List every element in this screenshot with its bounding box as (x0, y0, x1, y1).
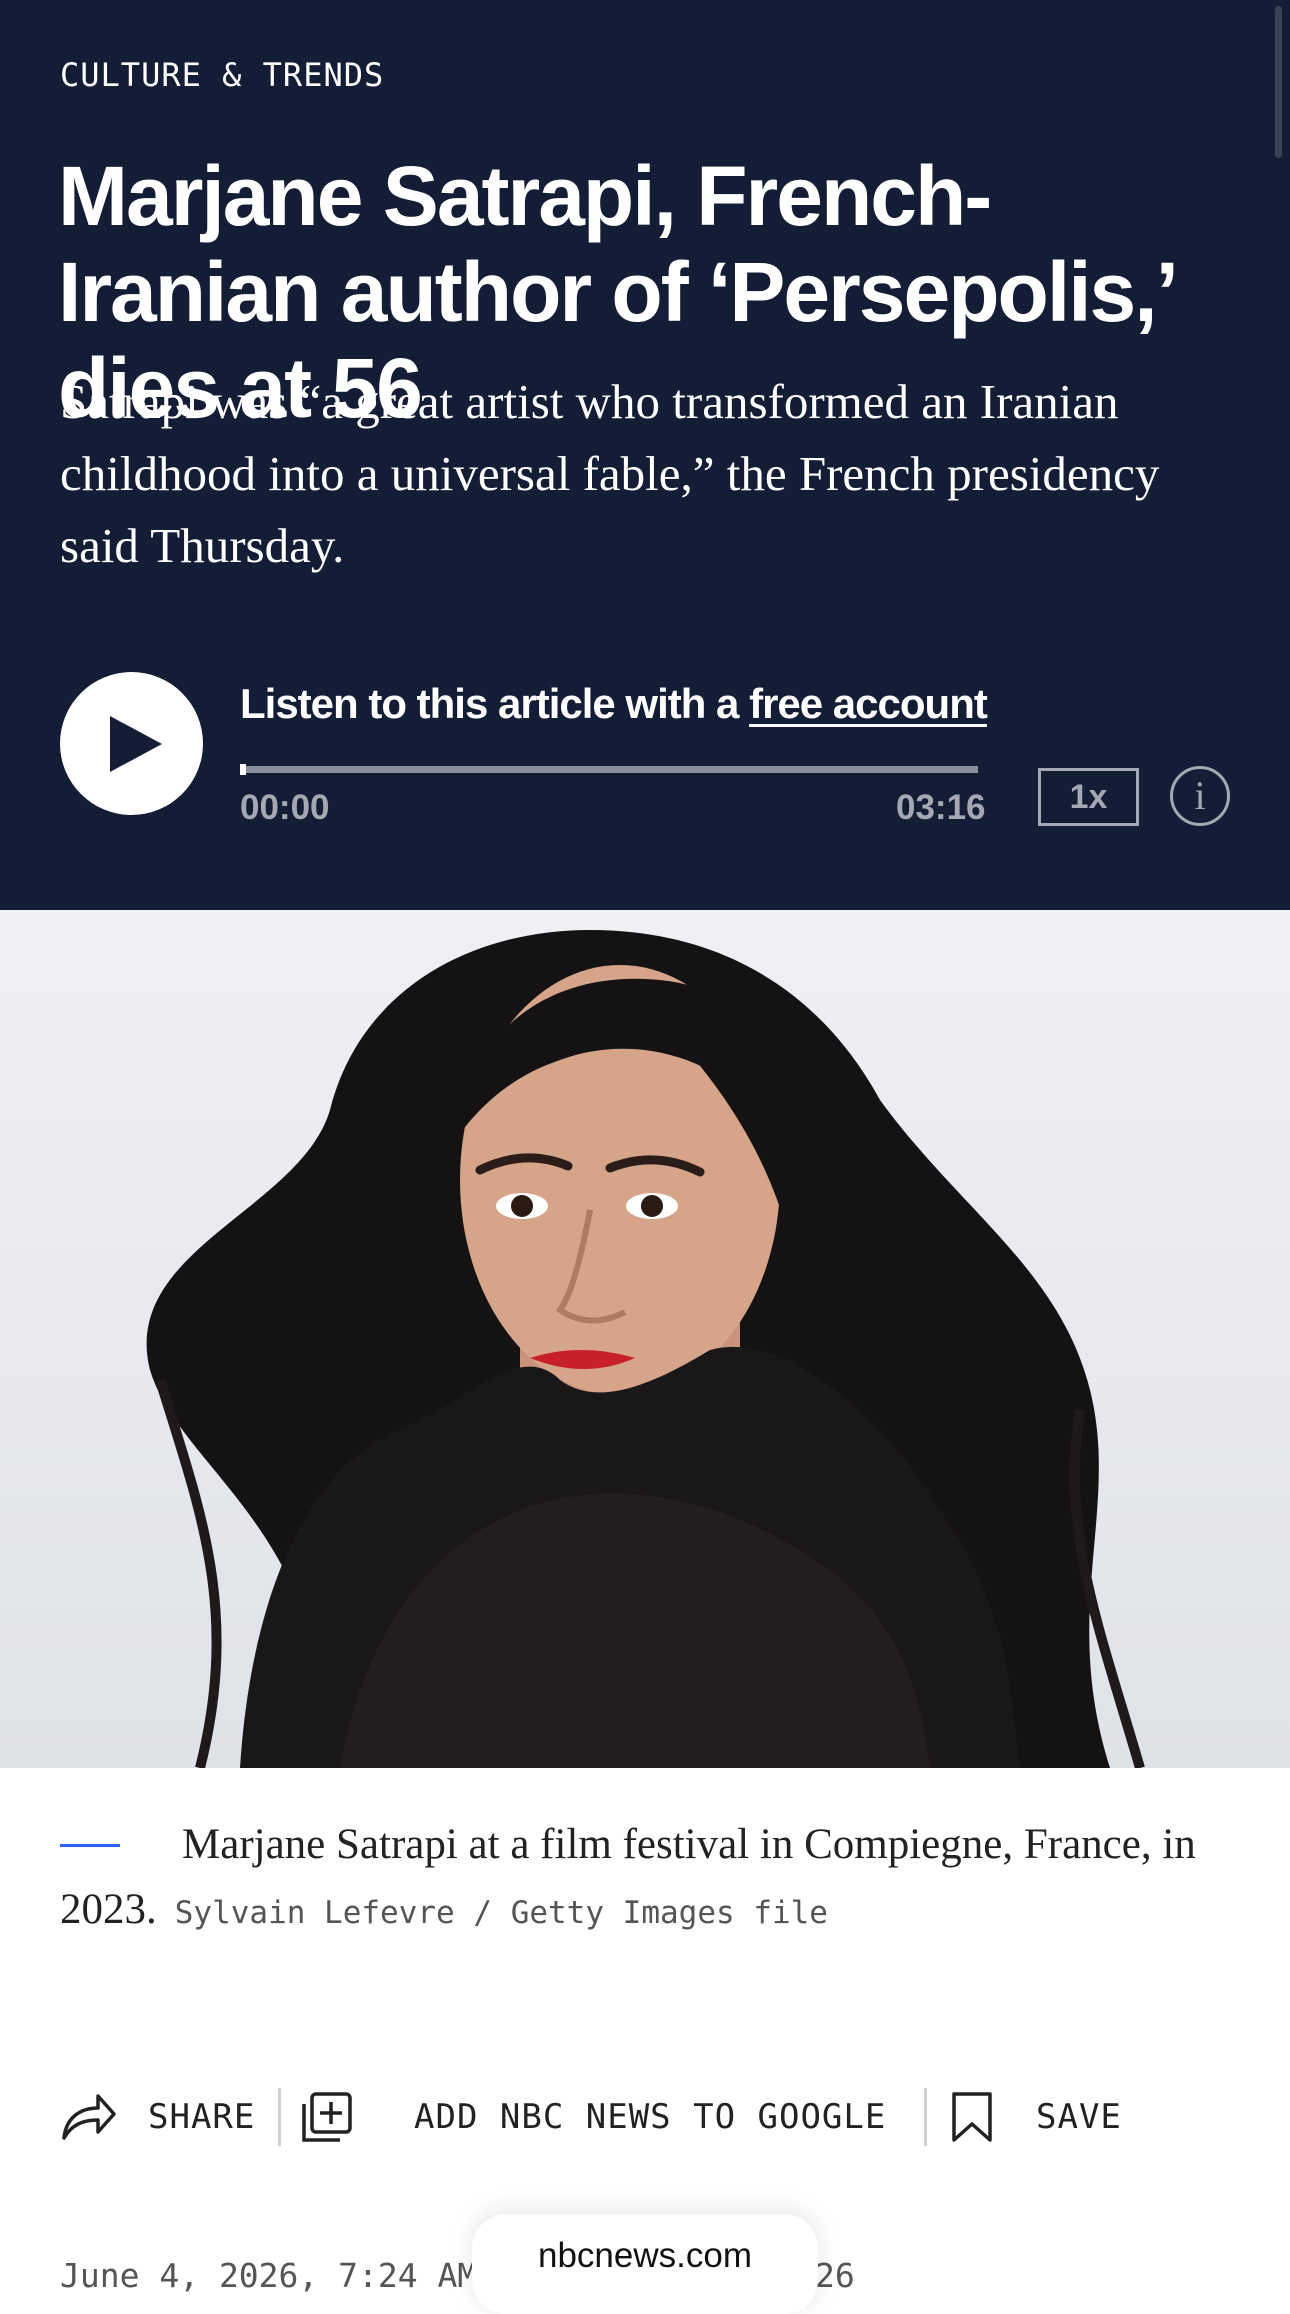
section-label[interactable]: CULTURE & TRENDS (60, 56, 384, 94)
share-icon (62, 2094, 116, 2140)
audio-player: Listen to this article with a free accou… (0, 660, 1290, 840)
caption-rule (60, 1843, 120, 1847)
portrait-illustration (146, 930, 1145, 1768)
article-dek: Satrapi was “a great artist who transfor… (60, 374, 1160, 573)
article-header: CULTURE & TRENDS Marjane Satrapi, French… (0, 0, 1290, 910)
play-icon (110, 716, 162, 772)
add-google-label: ADD NBC NEWS TO GOOGLE (414, 2097, 887, 2137)
play-button[interactable] (60, 672, 203, 815)
save-label: SAVE (1036, 2097, 1122, 2137)
add-source-icon (302, 2092, 352, 2142)
share-label: SHARE (148, 2097, 256, 2137)
audio-progress-handle[interactable] (240, 764, 246, 775)
article-actions: SHARE ADD NBC NEWS TO GOOGLE SAVE (0, 2082, 1290, 2152)
info-icon[interactable]: i (1170, 766, 1230, 826)
listen-prompt-text: Listen to this article with a (240, 680, 750, 727)
browser-address-bar[interactable]: nbcnews.com (472, 2214, 818, 2314)
bookmark-icon (952, 2092, 992, 2142)
article-photo (0, 910, 1290, 1768)
action-divider (924, 2088, 927, 2146)
free-account-link[interactable]: free account (749, 680, 988, 727)
photo-credit: Sylvain Lefevre / Getty Images file (174, 1895, 828, 1931)
add-nbc-news-to-google-button[interactable]: ADD NBC NEWS TO GOOGLE (300, 2082, 886, 2152)
total-duration: 03:16 (896, 788, 986, 827)
scroll-indicator[interactable] (1275, 6, 1282, 158)
action-divider (278, 2088, 281, 2146)
playback-speed-button[interactable]: 1x (1038, 768, 1139, 826)
photo-caption: Marjane Satrapi at a film festival in Co… (60, 1812, 1240, 1946)
listen-prompt: Listen to this article with a free accou… (240, 680, 988, 728)
current-time: 00:00 (240, 788, 330, 827)
save-button[interactable]: SAVE (950, 2082, 1122, 2152)
share-button[interactable]: SHARE (60, 2082, 255, 2152)
audio-progress-bar[interactable] (240, 764, 978, 775)
